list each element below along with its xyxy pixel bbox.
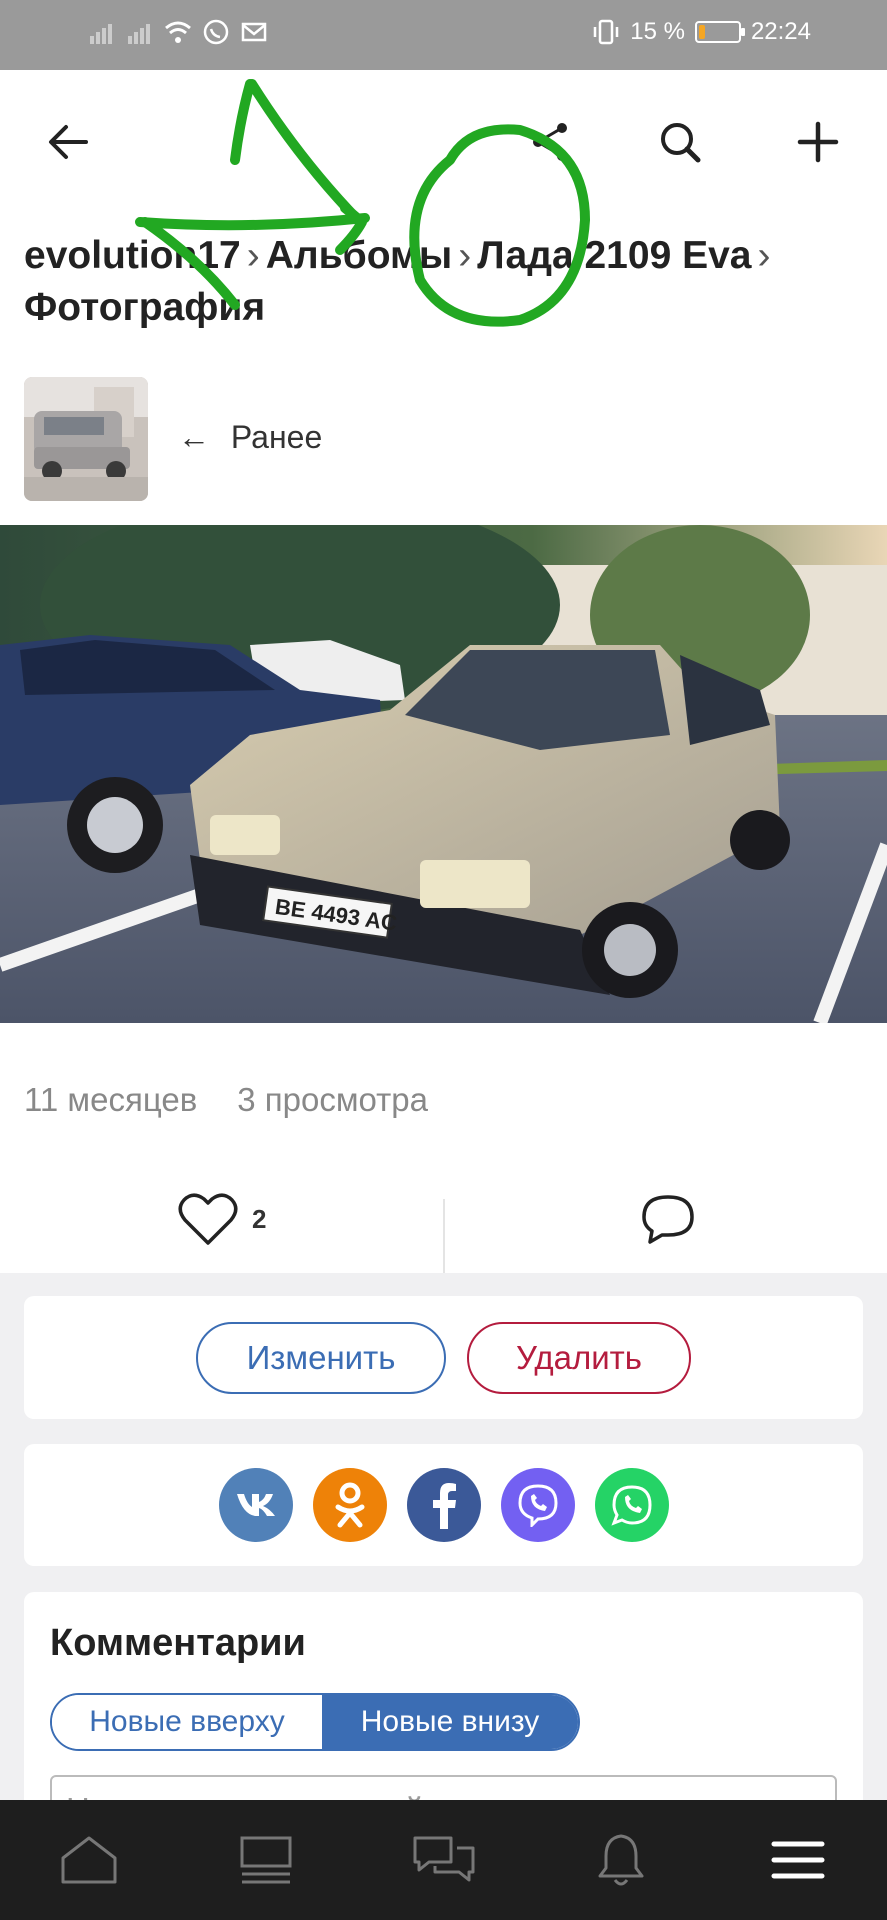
comment-button[interactable] <box>640 1193 696 1250</box>
viber-icon <box>518 1484 558 1527</box>
delete-button[interactable]: Удалить <box>467 1322 691 1394</box>
heart-icon <box>178 1193 238 1245</box>
mail-icon <box>241 22 267 42</box>
breadcrumb-albums[interactable]: Альбомы <box>266 234 452 277</box>
breadcrumb-separator: › <box>458 234 472 277</box>
comments-sort-toggle: Новые вверху Новые внизу <box>50 1693 580 1751</box>
plus-icon[interactable] <box>788 112 848 172</box>
status-right: 15 % 22:24 <box>592 18 811 46</box>
manage-card: Изменить Удалить <box>24 1296 863 1419</box>
photo-views: 3 просмотра <box>237 1081 428 1118</box>
breadcrumb-separator: › <box>757 234 771 277</box>
odnoklassniki-icon <box>335 1482 365 1528</box>
action-bar: 2 <box>0 1171 887 1273</box>
battery-level <box>698 25 705 39</box>
app-header: evolution17 › Альбомы › Лада 2109 Eva › Фотогр… <box>0 70 887 353</box>
share-buttons <box>219 1468 669 1542</box>
photo-age: 11 месяцев <box>24 1081 198 1118</box>
breadcrumb-album[interactable]: Лада 2109 Eva <box>477 234 751 277</box>
like-button[interactable]: 2 <box>178 1191 266 1247</box>
facebook-share-button[interactable] <box>407 1468 481 1542</box>
nav-home[interactable] <box>0 1800 177 1920</box>
viber-share-button[interactable] <box>501 1468 575 1542</box>
whatsapp-share-button[interactable] <box>595 1468 669 1542</box>
breadcrumb-current: Фотография <box>24 286 266 329</box>
sort-newest-bottom[interactable]: Новые внизу <box>322 1695 578 1749</box>
battery-icon <box>694 21 745 43</box>
messages-icon <box>413 1836 475 1882</box>
like-count: 2 <box>252 1203 267 1234</box>
share-icon[interactable] <box>520 112 580 172</box>
breadcrumb: evolution17 › Альбомы › Лада 2109 Eva › Фотогр… <box>24 230 863 334</box>
facebook-icon <box>433 1483 456 1529</box>
nav-messages[interactable] <box>355 1800 532 1920</box>
photo-page: 15 % 22:24 evolution17 › Альбомы › Лада 2109… <box>0 0 887 1920</box>
nav-menu[interactable] <box>710 1800 887 1920</box>
breadcrumb-separator: › <box>246 234 260 277</box>
previous-photo-link[interactable]: ← Ранее <box>178 419 322 456</box>
wifi-icon <box>165 21 191 43</box>
back-arrow-icon[interactable] <box>38 112 98 172</box>
divider <box>443 1199 445 1273</box>
vibrate-icon <box>593 19 619 45</box>
battery-percent: 15 % <box>630 18 685 45</box>
home-icon <box>61 1836 117 1884</box>
left-arrow-icon: ← <box>178 419 210 455</box>
status-left-icons <box>88 18 268 46</box>
comments-title: Комментарии <box>50 1622 306 1664</box>
status-bar: 15 % 22:24 <box>0 0 887 70</box>
previous-label: Ранее <box>230 419 323 455</box>
menu-icon <box>771 1841 825 1879</box>
vk-icon <box>237 1494 275 1516</box>
search-icon[interactable] <box>650 112 710 172</box>
signal-icon <box>90 24 112 44</box>
edit-button[interactable]: Изменить <box>196 1322 446 1394</box>
comment-bubble-icon <box>642 1195 694 1244</box>
nav-feed[interactable] <box>177 1800 354 1920</box>
share-card <box>24 1444 863 1566</box>
photo-stats: 11 месяцев 3 просмотра <box>24 1081 428 1119</box>
clock: 22:24 <box>750 18 811 45</box>
photo-meta: 11 месяцев 3 просмотра 2 <box>0 1023 887 1273</box>
main-photo[interactable]: BE 4493 AC <box>0 525 887 1023</box>
feed-icon <box>240 1836 292 1884</box>
previous-photo-row[interactable]: ← Ранее <box>0 353 887 525</box>
whatsapp-icon <box>611 1485 652 1526</box>
signal-icon <box>128 24 150 44</box>
bottom-nav <box>0 1800 887 1920</box>
odnoklassniki-share-button[interactable] <box>313 1468 387 1542</box>
breadcrumb-user[interactable]: evolution17 <box>24 234 241 277</box>
nav-notifications[interactable] <box>532 1800 709 1920</box>
previous-photo-thumbnail[interactable] <box>24 377 148 501</box>
bell-icon <box>598 1834 644 1886</box>
whatsapp-icon <box>203 19 229 45</box>
sort-newest-top[interactable]: Новые вверху <box>52 1695 322 1749</box>
vk-share-button[interactable] <box>219 1468 293 1542</box>
